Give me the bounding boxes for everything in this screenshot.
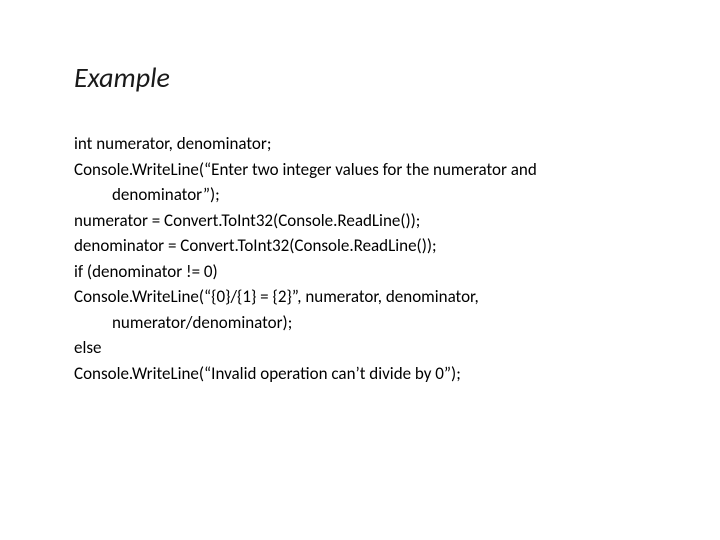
code-continuation: denominator”);	[74, 182, 650, 208]
code-line: Console.WriteLine(“Invalid operation can…	[74, 361, 650, 387]
slide-title: Example	[74, 60, 650, 95]
code-line: if (denominator != 0)	[74, 259, 650, 285]
code-line: Console.WriteLine(“Enter two integer val…	[74, 157, 650, 208]
code-text: Console.WriteLine(“{0}/{1} = {2}”, numer…	[74, 286, 479, 307]
code-line: else	[74, 335, 650, 361]
code-continuation: numerator/denominator);	[74, 310, 650, 336]
code-line: numerator = Convert.ToInt32(Console.Read…	[74, 208, 650, 234]
code-example-block: int numerator, denominator; Console.Writ…	[74, 131, 650, 386]
code-text: Console.WriteLine(“Enter two integer val…	[74, 159, 537, 180]
code-line: int numerator, denominator;	[74, 131, 650, 157]
code-line: denominator = Convert.ToInt32(Console.Re…	[74, 233, 650, 259]
code-line: Console.WriteLine(“{0}/{1} = {2}”, numer…	[74, 284, 650, 335]
